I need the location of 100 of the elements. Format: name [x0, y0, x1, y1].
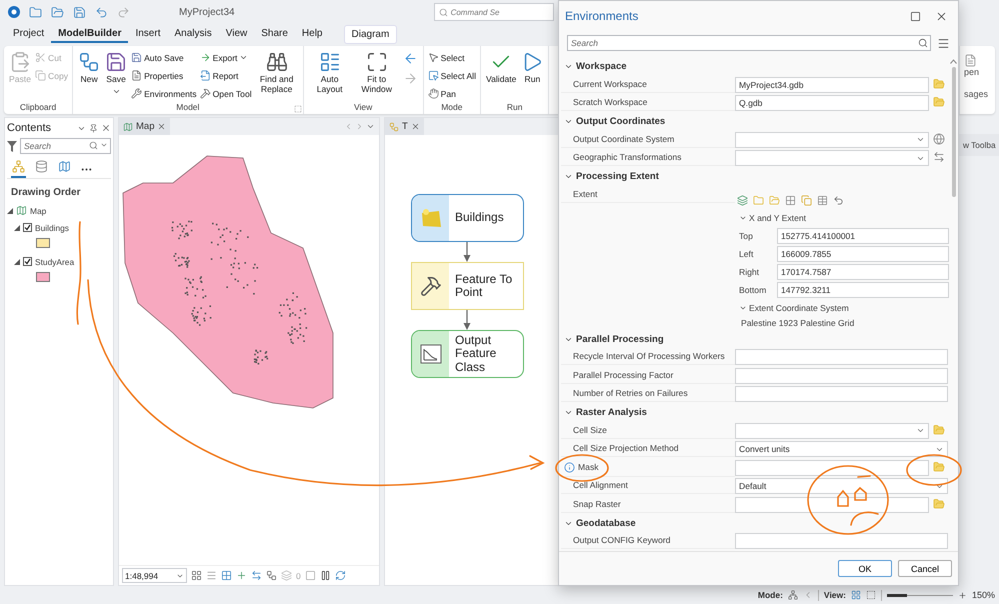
ribbon-button[interactable]: Auto Save — [130, 49, 198, 66]
setting-label: Current Workspace — [561, 76, 735, 93]
ribbon-button-text[interactable]: pen — [964, 67, 980, 77]
ribbon-button[interactable]: Export — [198, 49, 253, 66]
connector-arrow — [463, 242, 471, 262]
model-node[interactable]: Output Feature Class — [411, 330, 524, 378]
section-header[interactable]: Output Coordinates — [561, 113, 949, 131]
input-field[interactable] — [735, 460, 929, 476]
document-icon — [964, 54, 977, 67]
extent-subheading: Extent Coordinate System — [735, 298, 949, 317]
menu-tab[interactable]: ModelBuilder — [51, 25, 128, 43]
menu-tab[interactable]: Insert — [128, 25, 168, 43]
input-field[interactable] — [735, 533, 948, 550]
input-field[interactable]: MyProject34.gdb — [735, 76, 929, 93]
ribbon-button[interactable]: Pan — [426, 85, 477, 102]
extent-label: Top — [739, 230, 754, 241]
setting-label: Number of Retries on Failures — [561, 385, 735, 402]
extent-field[interactable]: 147792.3211 — [777, 282, 949, 298]
input-field[interactable] — [735, 368, 948, 384]
ribbon-button[interactable]: Find and Replace — [254, 49, 300, 102]
document-tab[interactable]: w Toolba — [959, 134, 999, 156]
search-icon — [89, 141, 98, 150]
dropdown-field[interactable] — [735, 132, 929, 148]
section-header[interactable]: Parallel Processing — [561, 330, 949, 348]
ribbon-button[interactable]: Save — [103, 49, 130, 102]
document-icon — [131, 70, 142, 81]
dropdown-field[interactable] — [735, 422, 929, 439]
ribbon-button[interactable]: Select All — [426, 67, 477, 84]
menu-tab[interactable]: View — [218, 25, 254, 43]
menu-tab[interactable]: Diagram — [344, 24, 398, 44]
grid-icon — [191, 570, 202, 581]
extent-field[interactable]: 166009.7855 — [777, 246, 949, 262]
input-field[interactable] — [735, 386, 948, 402]
view-icon — [866, 590, 876, 600]
ribbon-button[interactable]: Run — [519, 49, 546, 102]
ribbon-button[interactable]: Select — [426, 49, 477, 66]
document-tab[interactable]: T — [385, 118, 424, 135]
setting-label: Parallel Processing Factor — [561, 366, 735, 384]
flowchart-icon — [78, 51, 100, 73]
dropdown-field[interactable]: Default — [735, 478, 948, 494]
expanded-triangle-icon[interactable] — [14, 224, 20, 230]
section-header[interactable]: Geodatabase — [561, 514, 949, 532]
app-logo-icon — [8, 6, 20, 18]
dropdown-field[interactable] — [735, 150, 929, 166]
setting-label: Cell Alignment — [561, 477, 735, 494]
pane-title: Contents — [7, 122, 52, 134]
hand-drawn-circle — [906, 454, 962, 486]
expanded-triangle-icon[interactable] — [7, 208, 13, 214]
group-label: Mode — [441, 102, 462, 112]
folder-icon — [29, 6, 42, 18]
menu-tab[interactable]: Share — [254, 25, 295, 43]
section-header[interactable]: Workspace — [561, 58, 949, 76]
close-icon — [101, 123, 111, 133]
search-field[interactable]: Search — [20, 138, 111, 154]
hand-icon — [428, 88, 439, 99]
document-tab[interactable]: Map — [119, 118, 170, 135]
ribbon-button[interactable]: Fit to Window — [354, 49, 400, 102]
dialog-button[interactable]: Cancel — [898, 560, 952, 577]
section-header[interactable]: Raster Analysis — [561, 404, 949, 422]
ribbon-button[interactable]: Report — [198, 67, 253, 84]
checkbox[interactable] — [23, 223, 32, 232]
extent-field[interactable]: 170174.7587 — [777, 264, 949, 280]
view-toggle[interactable] — [11, 160, 26, 178]
model-node[interactable]: Buildings — [411, 194, 524, 242]
checkbox[interactable] — [23, 257, 32, 266]
search-field[interactable]: Search — [567, 35, 931, 51]
filter-icon[interactable] — [7, 140, 17, 152]
ribbon-button[interactable]: Properties — [130, 67, 198, 84]
pointer-icon — [428, 52, 439, 63]
menu-tab[interactable]: Project — [6, 25, 52, 43]
hammer-icon — [420, 275, 442, 297]
ribbon-button[interactable]: Environments — [130, 85, 198, 102]
extent-field[interactable]: 152775.414100001 — [777, 228, 949, 244]
folder-icon — [769, 194, 780, 206]
scale-dropdown[interactable]: 1:48,994 — [122, 568, 187, 583]
setting-label: Geographic Transformations — [561, 149, 735, 166]
input-field[interactable]: Q.gdb — [735, 95, 929, 112]
copy-icon — [801, 194, 812, 206]
ribbon-button[interactable]: New — [76, 49, 102, 102]
dropdown-field[interactable]: Convert units — [735, 441, 948, 458]
ribbon-button[interactable]: Open Tool — [198, 85, 253, 102]
group-label: sages — [964, 89, 988, 99]
ribbon-button[interactable]: Auto Layout — [306, 49, 353, 102]
map-icon — [58, 160, 71, 173]
dialog-button[interactable]: OK — [838, 560, 892, 577]
section-header[interactable]: Processing Extent — [561, 168, 949, 186]
input-field[interactable] — [735, 349, 948, 366]
flowchart-icon — [266, 570, 277, 581]
table-icon — [817, 194, 828, 206]
input-field[interactable] — [735, 497, 929, 514]
command-search-field[interactable]: Command Se — [434, 3, 554, 21]
menu-tab[interactable]: Help — [294, 25, 330, 43]
setting-label: Output CONFIG Keyword — [561, 532, 735, 550]
reset-icon — [833, 194, 844, 206]
menu-tab[interactable]: Analysis — [167, 25, 219, 43]
scroll-up-icon[interactable] — [950, 59, 957, 64]
undo-icon — [95, 6, 108, 18]
expanded-triangle-icon[interactable] — [14, 258, 20, 264]
model-node[interactable]: Feature To Point — [411, 262, 524, 310]
ribbon-button[interactable]: Validate — [484, 49, 518, 102]
